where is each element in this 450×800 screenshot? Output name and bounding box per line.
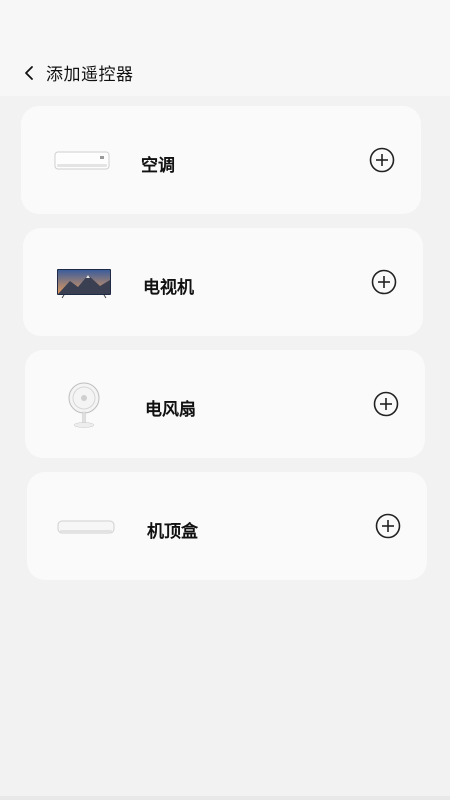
device-card-tv[interactable]: 电视机 (23, 228, 423, 336)
add-device-button[interactable] (373, 391, 399, 417)
add-device-button[interactable] (375, 513, 401, 539)
page-title: 添加遥控器 (46, 65, 134, 85)
air-conditioner-image (53, 140, 111, 182)
bottom-edge (0, 796, 450, 800)
device-label: 电视机 (143, 278, 194, 298)
chevron-left-icon (25, 66, 33, 80)
device-card-fan[interactable]: 电风扇 (25, 350, 425, 458)
device-label: 电风扇 (145, 400, 196, 420)
plus-circle-icon (369, 147, 395, 173)
device-label: 机顶盒 (147, 522, 198, 542)
plus-circle-icon (373, 391, 399, 417)
device-label: 空调 (141, 156, 175, 176)
plus-circle-icon (375, 513, 401, 539)
back-button[interactable] (18, 62, 40, 84)
header: 添加遥控器 (0, 0, 450, 96)
add-device-button[interactable] (371, 269, 397, 295)
add-device-button[interactable] (369, 147, 395, 173)
fan-image (55, 380, 113, 430)
set-top-box-image (57, 506, 115, 548)
device-card-set-top-box[interactable]: 机顶盒 (27, 472, 427, 580)
tv-image (55, 262, 113, 304)
device-card-air-conditioner[interactable]: 空调 (21, 106, 421, 214)
plus-circle-icon (371, 269, 397, 295)
